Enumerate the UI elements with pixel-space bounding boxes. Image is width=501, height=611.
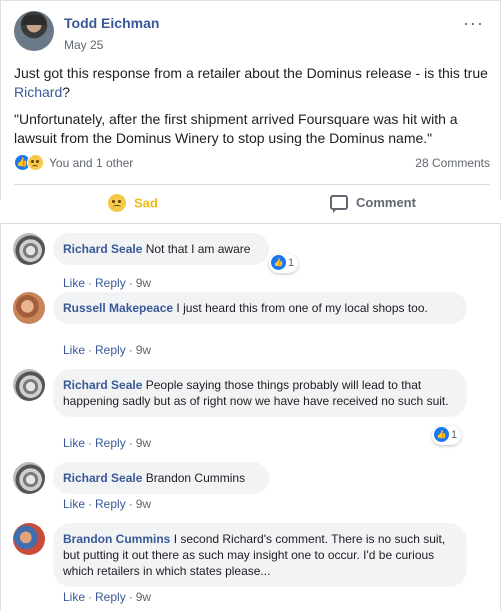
post-card: Todd Eichman May 25 ··· Just got this re…	[0, 0, 501, 214]
separator: ·	[88, 343, 93, 357]
separator: ·	[88, 590, 93, 604]
sad-face-icon	[27, 154, 44, 171]
commenter-avatar[interactable]	[13, 292, 45, 324]
post-author-name[interactable]: Todd Eichman	[64, 15, 159, 31]
separator: ·	[128, 497, 133, 511]
comment-meta: Like · Reply · 9w	[63, 436, 151, 450]
mention-link[interactable]: Richard	[14, 84, 62, 100]
reactions-summary: 👍 You and 1 other 28 Comments	[14, 153, 490, 173]
comment-item: Richard Seale People saying those things…	[13, 369, 493, 457]
like-link[interactable]: Like	[63, 276, 85, 290]
more-options-icon[interactable]: ···	[463, 13, 484, 34]
comment-time[interactable]: 9w	[136, 276, 151, 290]
post-text-line: Just got this response from a retailer a…	[14, 64, 492, 102]
thumbs-up-icon: 👍	[434, 427, 449, 442]
comment-item: Richard Seale Brandon Cummins Like · Reply…	[13, 462, 493, 514]
comment-bubble: Richard Seale People saying those things…	[53, 369, 467, 417]
post-quote: "Unfortunately, after the first shipment…	[14, 111, 458, 146]
post-date[interactable]: May 25	[64, 38, 103, 52]
post-text-pre: Just got this response from a retailer a…	[14, 65, 488, 81]
commenter-avatar[interactable]	[13, 369, 45, 401]
reaction-count: 1	[288, 256, 295, 269]
separator: ·	[128, 436, 133, 450]
separator: ·	[128, 343, 133, 357]
comment-item: Richard Seale Not that I am aware 👍 1 Lik…	[13, 233, 493, 290]
comment-label: Comment	[356, 195, 416, 211]
comment-text: Brandon Cummins	[145, 471, 246, 485]
reply-link[interactable]: Reply	[95, 436, 126, 450]
separator: ·	[88, 276, 93, 290]
reply-link[interactable]: Reply	[95, 497, 126, 511]
comment-bubble: Richard Seale Not that I am aware	[53, 233, 269, 265]
commenter-avatar[interactable]	[13, 462, 45, 494]
sad-reaction-button[interactable]: Sad	[108, 194, 158, 216]
sad-label: Sad	[134, 195, 158, 211]
commenter-name[interactable]: Richard Seale	[63, 471, 142, 485]
comment-button[interactable]: Comment	[330, 194, 416, 216]
comment-meta: Like · Reply · 9w	[63, 343, 151, 357]
reply-link[interactable]: Reply	[95, 343, 126, 357]
comment-time[interactable]: 9w	[136, 343, 151, 357]
reply-link[interactable]: Reply	[95, 590, 126, 604]
post-body: Just got this response from a retailer a…	[14, 64, 492, 156]
separator: ·	[88, 497, 93, 511]
post-text-post: ?	[62, 84, 71, 100]
comment-count-link[interactable]: 28 Comments	[415, 156, 490, 170]
commenter-name[interactable]: Richard Seale	[63, 378, 142, 392]
like-link[interactable]: Like	[63, 436, 85, 450]
comment-meta: Like · Reply · 9w	[63, 590, 151, 604]
sad-face-icon	[108, 194, 126, 212]
comment-text: I just heard this from one of my local s…	[176, 301, 428, 315]
commenter-name[interactable]: Russell Makepeace	[63, 301, 173, 315]
speech-bubble-icon	[330, 195, 348, 214]
comment-time[interactable]: 9w	[136, 590, 151, 604]
comment-item: Russell Makepeace I just heard this from…	[13, 292, 493, 362]
comment-time[interactable]: 9w	[136, 436, 151, 450]
commenter-name[interactable]: Brandon Cummins	[63, 532, 170, 546]
thumbs-up-icon: 👍	[271, 255, 286, 270]
separator: ·	[128, 590, 133, 604]
comment-text: Not that I am aware	[145, 242, 251, 256]
divider	[1, 223, 501, 224]
comment-bubble: Richard Seale Brandon Cummins	[53, 462, 269, 494]
comment-bubble: Brandon Cummins I second Richard's comme…	[53, 523, 467, 587]
author-avatar[interactable]	[14, 11, 54, 51]
separator: ·	[128, 276, 133, 290]
like-link[interactable]: Like	[63, 590, 85, 604]
comment-item: Brandon Cummins I second Richard's comme…	[13, 523, 493, 611]
reactions-text[interactable]: You and 1 other	[49, 156, 133, 170]
comment-meta: Like · Reply · 9w	[63, 276, 151, 290]
like-link[interactable]: Like	[63, 343, 85, 357]
post-action-bar: Sad Comment	[14, 184, 490, 224]
reaction-icons[interactable]: 👍	[14, 153, 48, 171]
commenter-name[interactable]: Richard Seale	[63, 242, 142, 256]
reply-link[interactable]: Reply	[95, 276, 126, 290]
comments-section: Richard Seale Not that I am aware 👍 1 Lik…	[0, 223, 501, 611]
like-link[interactable]: Like	[63, 497, 85, 511]
comment-meta: Like · Reply · 9w	[63, 497, 151, 511]
separator: ·	[88, 436, 93, 450]
comment-reaction-count[interactable]: 👍 1	[432, 426, 462, 445]
comment-time[interactable]: 9w	[136, 497, 151, 511]
commenter-avatar[interactable]	[13, 233, 45, 265]
commenter-avatar[interactable]	[13, 523, 45, 555]
comment-bubble: Russell Makepeace I just heard this from…	[53, 292, 467, 324]
reaction-count: 1	[451, 428, 458, 441]
comment-reaction-count[interactable]: 👍 1	[269, 254, 299, 273]
